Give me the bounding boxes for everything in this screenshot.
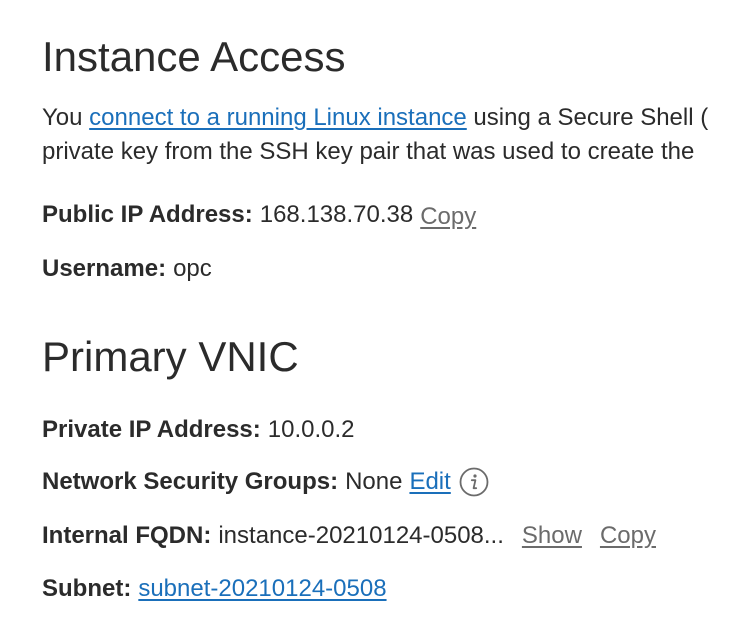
nsg-value: None <box>345 468 403 495</box>
copy-public-ip-button[interactable]: Copy <box>420 202 476 232</box>
description-text-before: You <box>42 104 90 131</box>
private-ip-row: Private IP Address: 10.0.0.2 <box>42 415 355 445</box>
instance-access-description: You connect to a running Linux instance … <box>42 101 738 169</box>
subnet-row: Subnet: subnet-20210124-0508 <box>42 574 387 604</box>
description-line-1: You connect to a running Linux instance … <box>42 101 738 135</box>
primary-vnic-heading: Primary VNIC <box>42 333 299 380</box>
instance-access-heading: Instance Access <box>42 33 346 80</box>
username-label: Username: <box>42 255 167 282</box>
edit-nsg-link[interactable]: Edit <box>409 467 450 497</box>
fqdn-row: Internal FQDN: instance-20210124-0508...… <box>42 521 656 551</box>
subnet-link[interactable]: subnet-20210124-0508 <box>138 574 386 604</box>
copy-fqdn-button[interactable]: Copy <box>600 521 656 551</box>
private-ip-label: Private IP Address: <box>42 416 261 443</box>
public-ip-value: 168.138.70.38 <box>259 201 414 228</box>
public-ip-label: Public IP Address: <box>42 201 253 228</box>
username-value: opc <box>173 255 212 282</box>
fqdn-label: Internal FQDN: <box>42 522 212 549</box>
nsg-row: Network Security Groups: None Edit <box>42 467 489 497</box>
public-ip-row: Public IP Address: 168.138.70.38 Copy <box>42 200 476 230</box>
nsg-label: Network Security Groups: <box>42 468 339 495</box>
fqdn-value: instance-20210124-0508... <box>218 522 504 549</box>
description-line-2: private key from the SSH key pair that w… <box>42 138 695 165</box>
username-row: Username: opc <box>42 254 212 284</box>
info-icon[interactable] <box>459 467 489 497</box>
connect-instance-link[interactable]: connect to a running Linux instance <box>89 104 467 131</box>
subnet-label: Subnet: <box>42 575 132 602</box>
description-text-after: using a Secure Shell ( <box>466 104 709 131</box>
show-fqdn-button[interactable]: Show <box>522 521 582 551</box>
private-ip-value: 10.0.0.2 <box>267 416 355 443</box>
